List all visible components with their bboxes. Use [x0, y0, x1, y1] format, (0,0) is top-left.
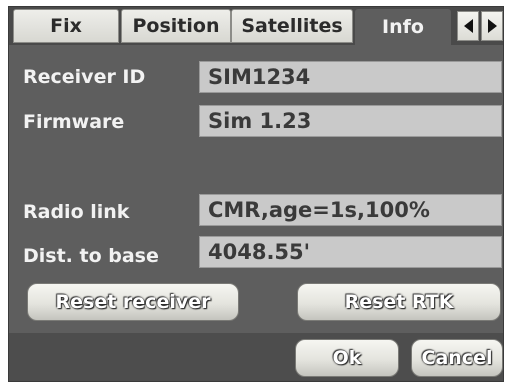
tab-info[interactable]: Info [355, 9, 451, 45]
triangle-right-icon [487, 19, 497, 33]
tab-bar: Fix Position Satellites Info [9, 7, 503, 45]
tab-position[interactable]: Position [121, 9, 231, 43]
reset-rtk-button[interactable]: Reset RTK [297, 283, 501, 321]
receiver-id-label: Receiver ID [23, 66, 146, 88]
tab-scroll-left-button[interactable] [457, 11, 479, 41]
receiver-id-field: SIM1234 [199, 61, 502, 93]
tab-scroll-right-button[interactable] [481, 11, 503, 41]
dist-to-base-field: 4048.55' [199, 236, 502, 268]
firmware-field: Sim 1.23 [199, 105, 502, 137]
ok-button[interactable]: Ok [295, 339, 399, 377]
cancel-button[interactable]: Cancel [411, 339, 503, 377]
info-dialog: Fix Position Satellites Info Receiver ID… [8, 6, 504, 382]
dist-to-base-label: Dist. to base [23, 245, 159, 267]
triangle-left-icon [463, 19, 473, 33]
tab-fix[interactable]: Fix [13, 9, 119, 43]
tab-satellites[interactable]: Satellites [231, 9, 353, 43]
radio-link-field: CMR,age=1s,100% [199, 194, 502, 226]
radio-link-label: Radio link [23, 201, 130, 223]
firmware-label: Firmware [23, 111, 125, 133]
reset-receiver-button[interactable]: Reset receiver [27, 283, 239, 321]
